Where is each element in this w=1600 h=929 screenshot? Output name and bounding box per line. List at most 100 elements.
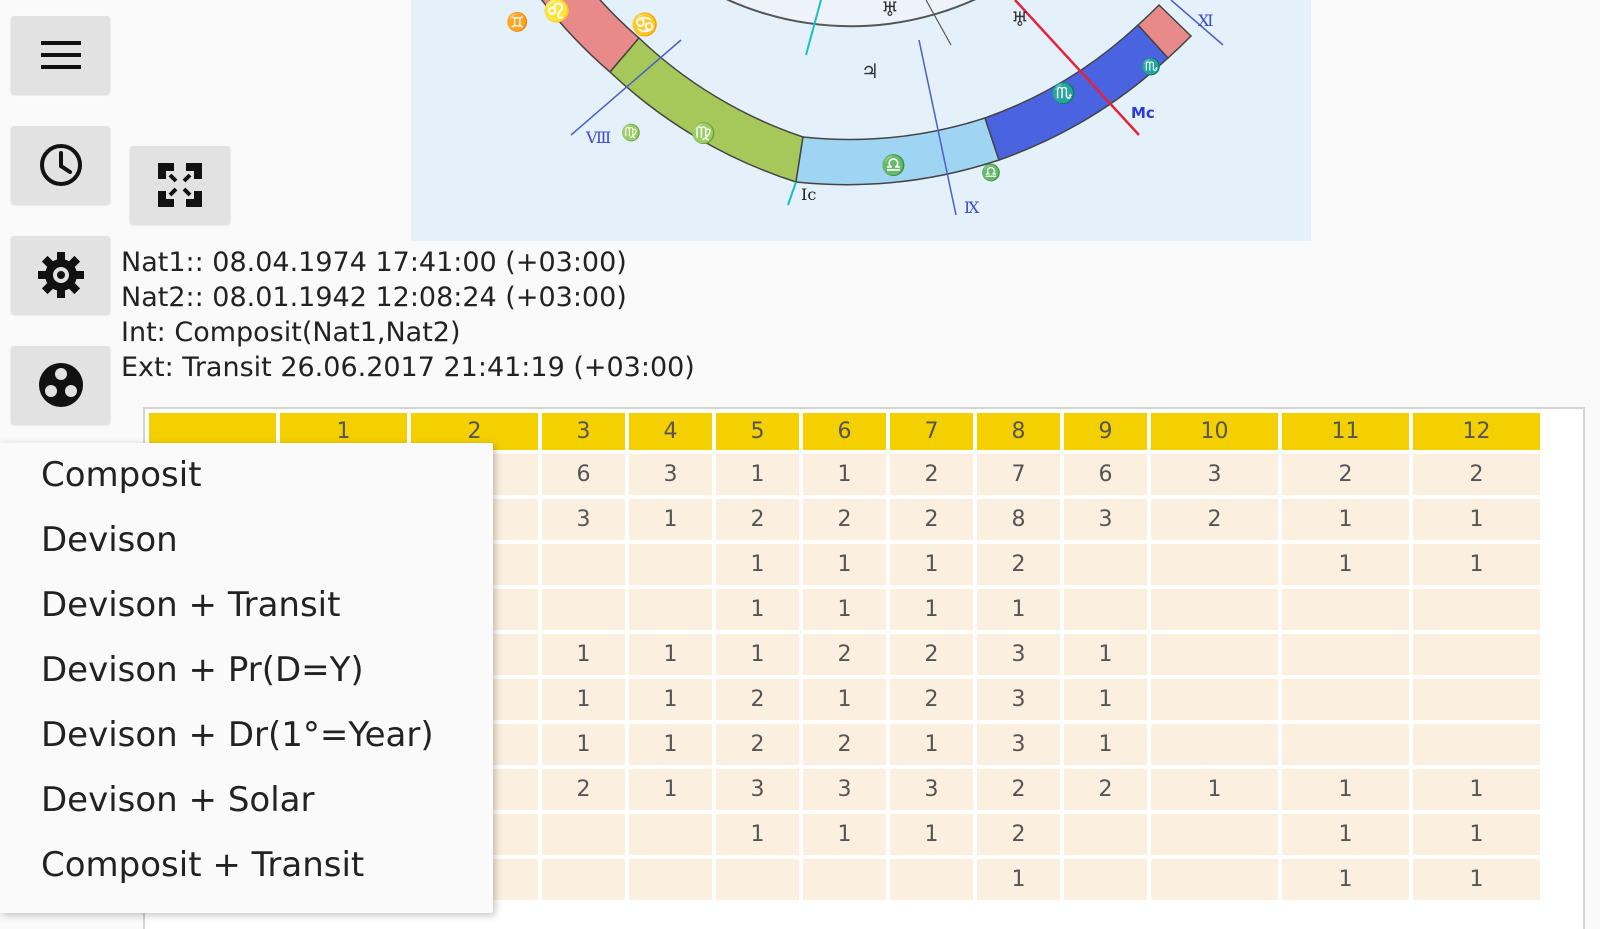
table-cell: 1 [1064,724,1147,765]
table-cell [1151,724,1278,765]
table-cell: 3 [890,769,973,810]
table-cell [1413,679,1540,720]
table-cell: 1 [803,454,886,495]
table-cell: 6 [542,454,625,495]
table-cell [629,544,712,585]
table-cell: 2 [977,769,1060,810]
table-cell [542,589,625,630]
table-cell: 2 [1064,769,1147,810]
table-cell: 3 [977,634,1060,675]
table-cell: 3 [542,499,625,540]
table-cell: 2 [803,724,886,765]
table-cell: 1 [542,634,625,675]
table-cell: 1 [1413,859,1540,900]
gear-icon [37,252,84,298]
menu-item[interactable]: Composit [0,443,493,508]
table-cell: 1 [890,589,973,630]
table-cell: 1 [716,544,799,585]
table-cell: 1 [629,634,712,675]
table-header-cell: 7 [890,413,973,450]
table-cell: 2 [890,679,973,720]
table-cell: 3 [1151,454,1278,495]
clock-icon [39,144,82,186]
table-cell [1413,724,1540,765]
table-cell: 1 [977,589,1060,630]
table-cell: 2 [803,634,886,675]
table-cell: 1 [629,499,712,540]
menu-item[interactable]: Devison + Pr(D=Y) [0,638,493,703]
table-header-cell: 10 [1151,413,1278,450]
table-cell: 2 [977,544,1060,585]
blue-band [984,23,1170,161]
table-cell: 1 [1282,769,1409,810]
chart-mode-menu[interactable]: Composit Devison Devison + Transit Devison … [0,443,493,913]
table-cell: 3 [803,769,886,810]
menu-item[interactable]: Composit + Transit [0,833,493,898]
table-header-cell: 4 [629,413,712,450]
table-cell [1151,814,1278,855]
table-cell: 1 [1282,499,1409,540]
nat1-line: Nat1:: 08.04.1974 17:41:00 (+03:00) [121,247,627,278]
menu-item[interactable]: Devison + Solar [0,768,493,833]
mode-button[interactable] [11,346,110,424]
table-cell: 8 [977,499,1060,540]
table-cell: 1 [716,589,799,630]
table-cell [1413,634,1540,675]
time-button[interactable] [11,126,110,204]
table-cell: 2 [716,724,799,765]
green-band [608,36,804,183]
chart-info: Nat1:: 08.04.1974 17:41:00 (+03:00) Nat2… [121,245,695,385]
fullscreen-button[interactable] [130,146,230,224]
svg-text:Ⅸ: Ⅸ [964,198,980,217]
table-cell: 1 [1413,544,1540,585]
table-header-cell: 9 [1064,413,1147,450]
menu-item[interactable]: Devison [0,508,493,573]
table-cell [1064,544,1147,585]
table-cell: 2 [977,814,1060,855]
table-cell: 1 [1413,769,1540,810]
table-header-cell: 6 [803,413,886,450]
svg-text:♏: ♏ [1051,81,1076,105]
table-cell: 1 [890,814,973,855]
table-cell [542,814,625,855]
table-cell: 3 [977,724,1060,765]
table-cell: 3 [1064,499,1147,540]
chart-wheel: ♊ ♌ ♋ ♅ ♅ ♃ ♏ ♍ ♎ Ⅷ ♍ Ⅸ ♎ Ⅺ ♏ Ic Mc [506,0,1224,217]
svg-text:♊: ♊ [506,11,528,33]
table-cell: 2 [1413,454,1540,495]
table-cell: 1 [542,679,625,720]
table-cell: 2 [1151,499,1278,540]
table-cell: 2 [890,454,973,495]
table-cell: 2 [716,679,799,720]
table-cell: 3 [629,454,712,495]
svg-text:♏: ♏ [1141,57,1161,76]
svg-text:♎: ♎ [981,163,1001,182]
table-cell: 7 [977,454,1060,495]
table-cell [1282,724,1409,765]
settings-button[interactable] [11,236,110,314]
table-cell: 1 [542,724,625,765]
menu-button[interactable] [11,16,110,94]
svg-text:♍: ♍ [691,121,716,145]
table-cell [1282,679,1409,720]
table-cell: 1 [629,769,712,810]
table-cell: 1 [890,544,973,585]
table-cell: 2 [542,769,625,810]
svg-text:♎: ♎ [881,153,906,177]
table-cell: 1 [1413,814,1540,855]
menu-item[interactable]: Devison + Dr(1°=Year) [0,703,493,768]
table-cell [1151,589,1278,630]
table-cell: 1 [1151,769,1278,810]
menu-item[interactable]: Devison + Transit [0,573,493,638]
fullscreen-icon [158,163,202,207]
table-cell [716,859,799,900]
table-cell [1282,589,1409,630]
table-cell: 1 [716,634,799,675]
table-cell: 6 [1064,454,1147,495]
svg-text:♌: ♌ [543,0,570,24]
table-cell [1064,814,1147,855]
astro-chart[interactable]: ♊ ♌ ♋ ♅ ♅ ♃ ♏ ♍ ♎ Ⅷ ♍ Ⅸ ♎ Ⅺ ♏ Ic Mc [411,0,1311,241]
table-header-cell: 11 [1282,413,1409,450]
film-reel-icon [38,363,83,407]
table-cell: 1 [977,859,1060,900]
